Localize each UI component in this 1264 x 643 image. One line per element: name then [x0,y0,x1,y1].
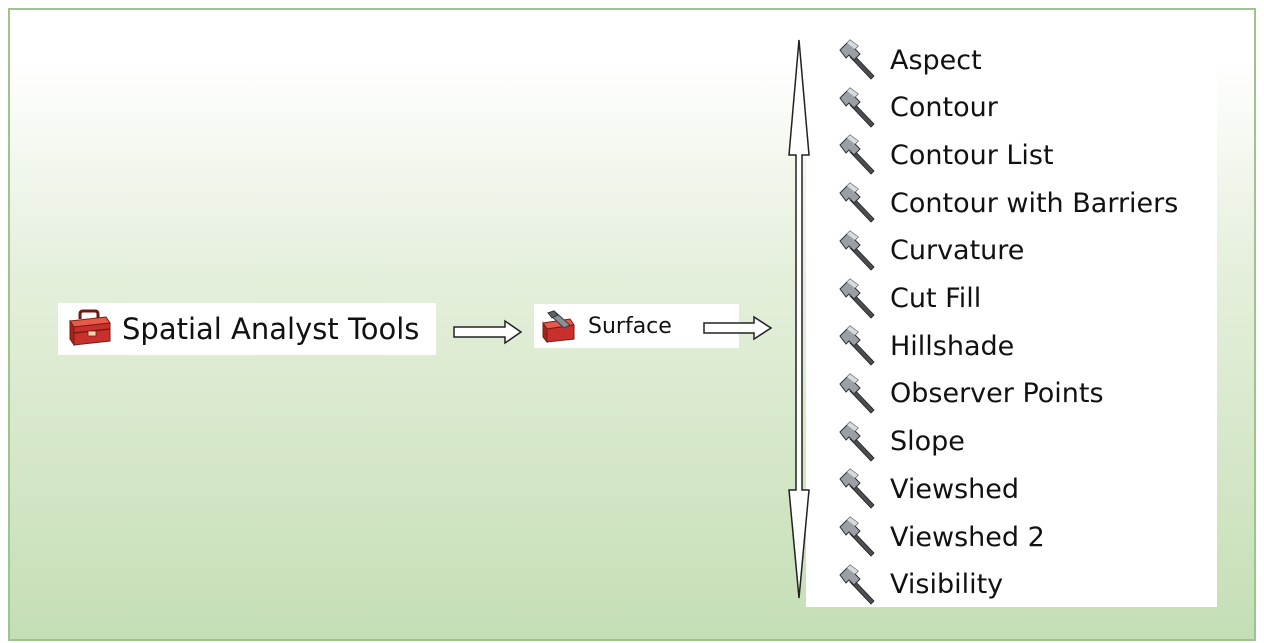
arrow-toolbox-to-surface [453,319,523,345]
connector-arrows [453,39,810,599]
arrow-surface-to-tools [703,315,773,341]
double-headed-range-arrow [788,39,810,599]
